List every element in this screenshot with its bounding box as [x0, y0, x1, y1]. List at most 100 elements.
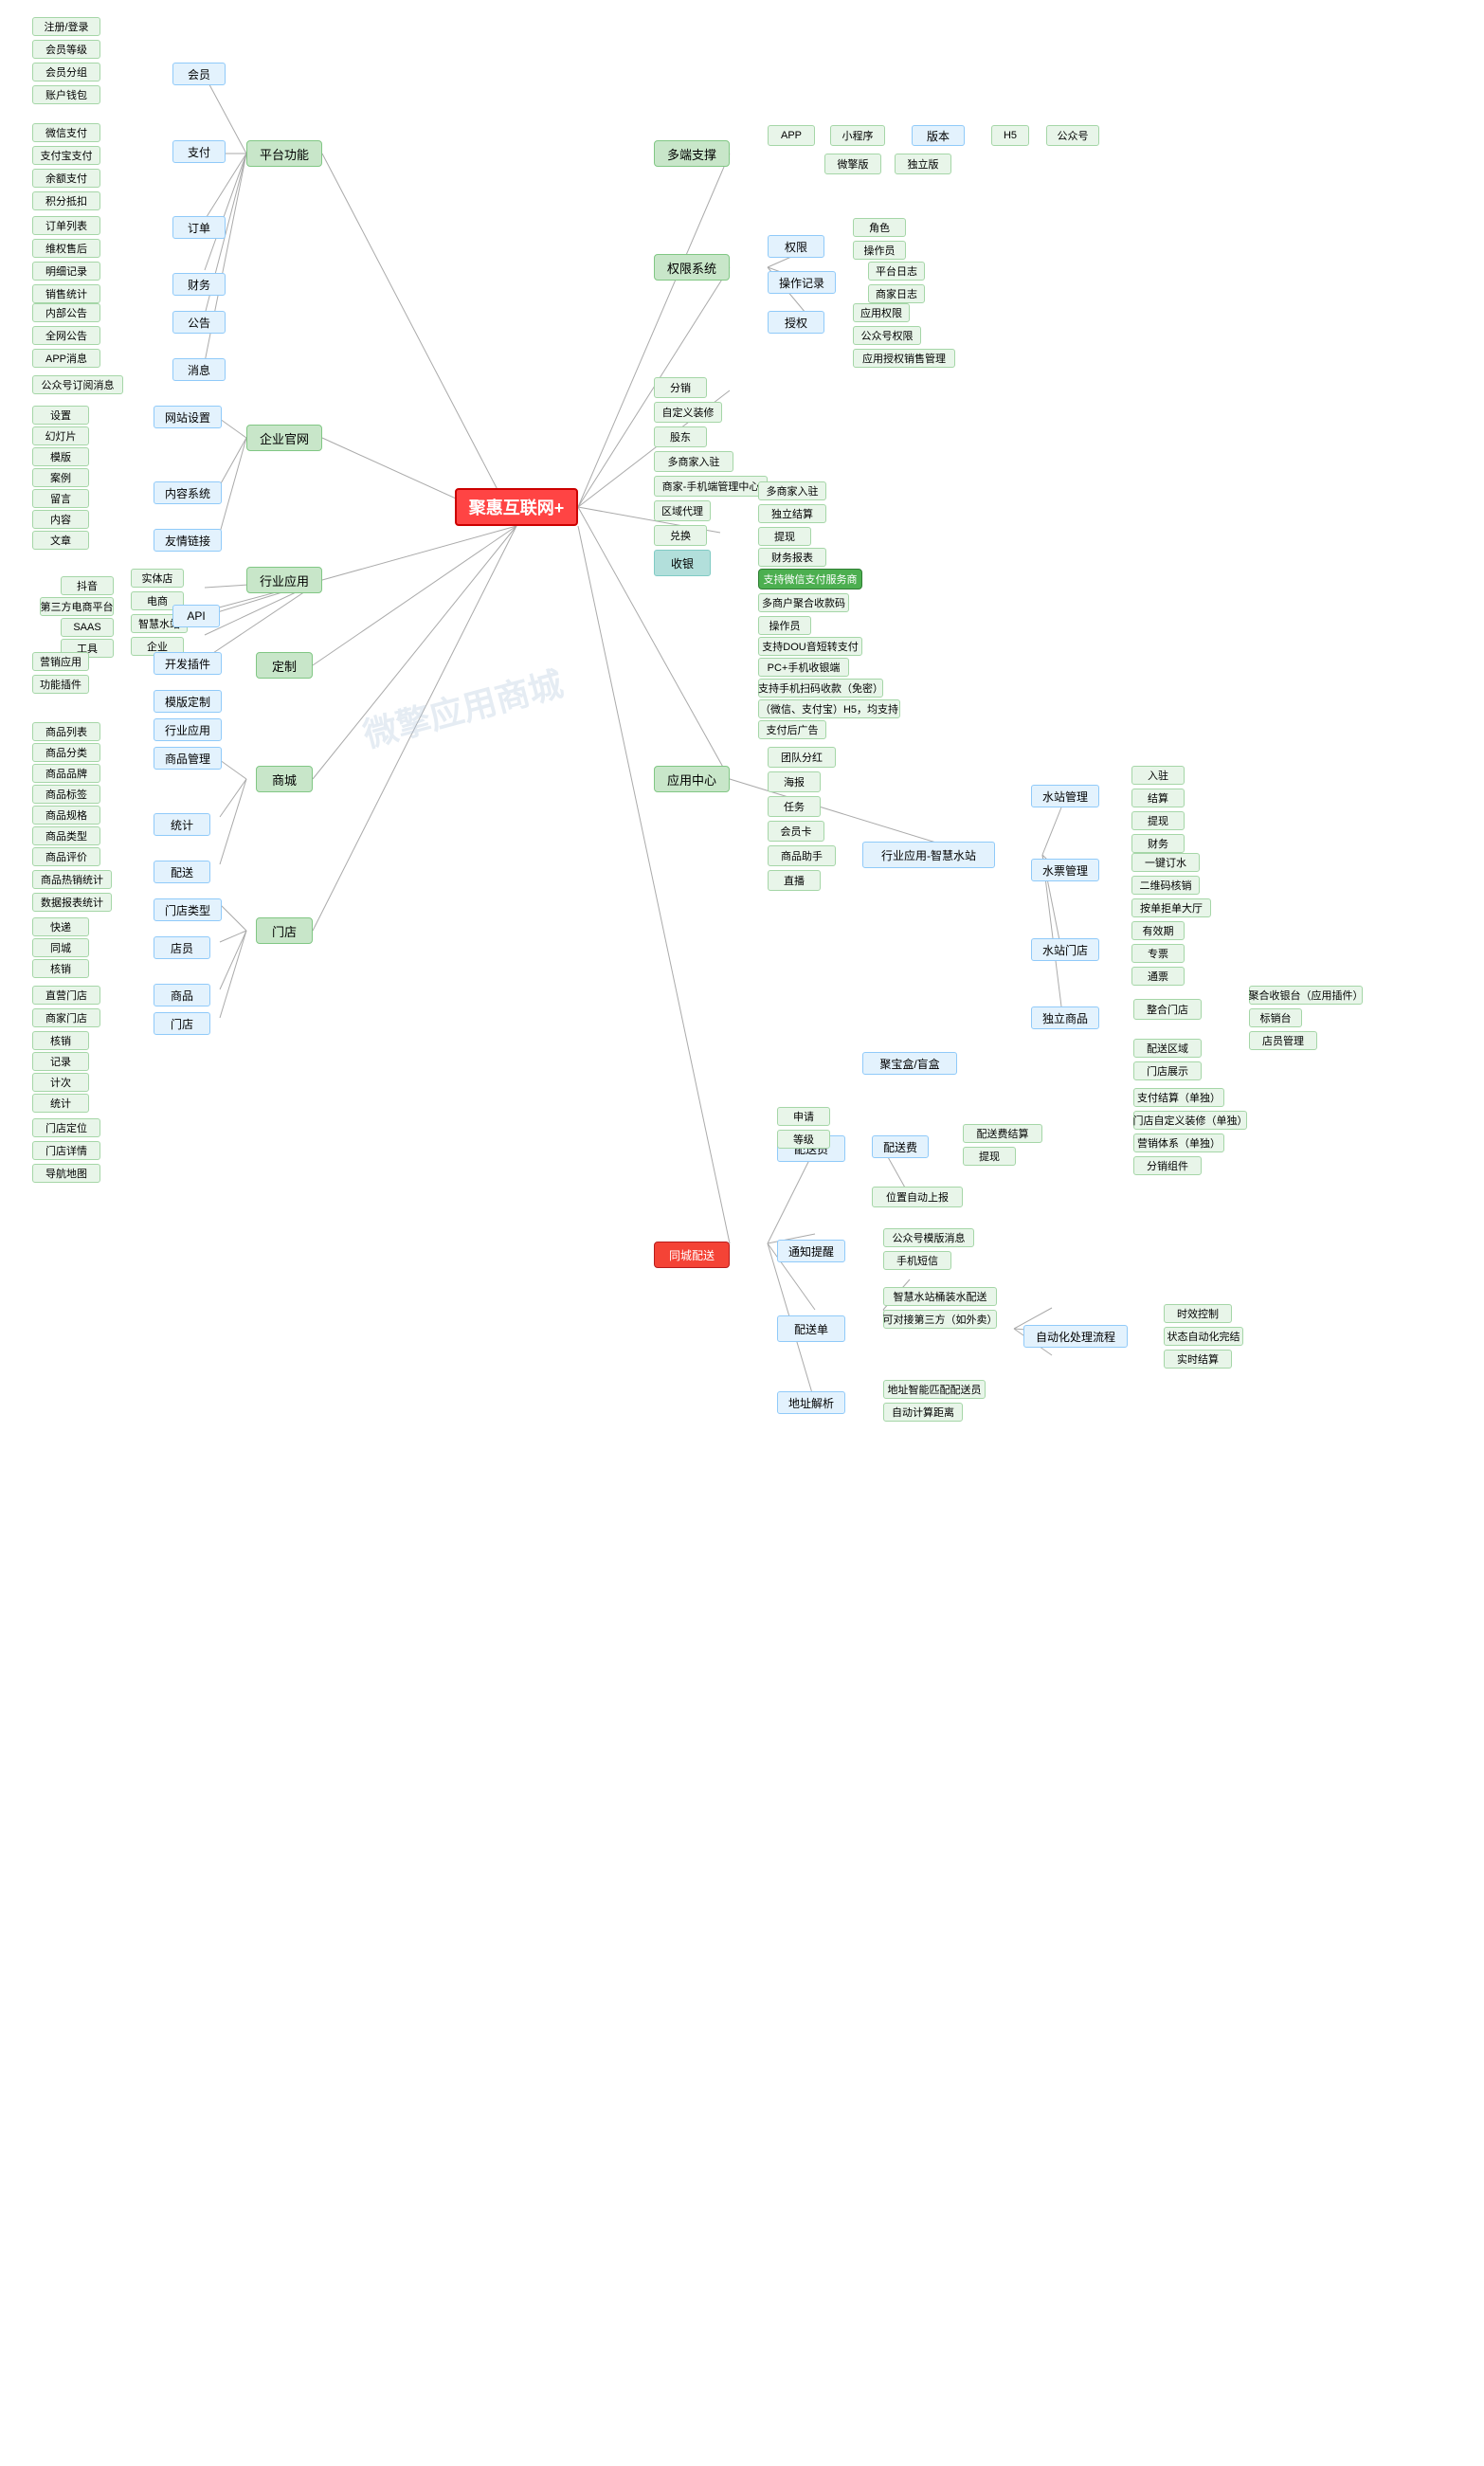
wechat-sub-msg: 公众号订阅消息	[32, 375, 123, 394]
site-settings-node: 网站设置	[154, 406, 222, 428]
finance-node: 财务	[172, 273, 226, 296]
slideshow: 幻灯片	[32, 426, 89, 445]
distribution: 分销	[654, 377, 707, 398]
store-display: 门店展示	[1133, 1061, 1202, 1080]
ws-withdraw: 提现	[1131, 811, 1185, 830]
permission-node: 权限系统	[654, 254, 730, 281]
cashier-standalone-settle: 独立结算	[758, 504, 826, 523]
nav-map: 导航地图	[32, 1164, 100, 1183]
statistics-node: 统计	[154, 813, 210, 836]
content-sys-node: 内容系统	[154, 481, 222, 504]
sms: 手机短信	[883, 1251, 951, 1270]
app-auth-sales: 应用授权销售管理	[853, 349, 955, 368]
member-group: 会员分组	[32, 63, 100, 82]
func-plugin: 功能插件	[32, 675, 89, 694]
member-card: 会员卡	[768, 821, 824, 842]
store-info-node: 门店	[154, 1012, 210, 1035]
water-station-store-node: 水站门店	[1031, 938, 1099, 961]
points-deduct: 积分抵扣	[32, 191, 100, 210]
store-location: 门店定位	[32, 1118, 100, 1137]
cashier-finance-report: 财务报表	[758, 548, 826, 567]
content: 内容	[32, 510, 89, 529]
cashier-h5-support: （微信、支付宝）H5，均支持	[758, 699, 900, 718]
smart-match-delivery: 地址智能匹配配送员	[883, 1380, 986, 1399]
regional-agent: 区域代理	[654, 500, 711, 521]
third-party-ecom: 第三方电商平台	[40, 597, 114, 616]
address-parse-node: 地址解析	[777, 1391, 845, 1414]
third-party-delivery: 可对接第三方（如外卖）	[883, 1310, 997, 1329]
delivery-area: 配送区域	[1133, 1039, 1202, 1058]
goods-spec: 商品规格	[32, 806, 100, 825]
auto-distance: 自动计算距离	[883, 1403, 963, 1422]
staff-verification: 核销	[32, 1031, 89, 1050]
register-login: 注册/登录	[32, 17, 100, 36]
pay-node: 支付	[172, 140, 226, 163]
ws-join: 入驻	[1131, 766, 1185, 785]
distribution-component: 分销组件	[1133, 1156, 1202, 1175]
app-msg: APP消息	[32, 349, 100, 368]
role: 角色	[853, 218, 906, 237]
delivery-fee-node: 配送费	[872, 1135, 929, 1158]
fee-withdraw: 提现	[963, 1147, 1016, 1166]
verification: 核销	[32, 959, 89, 978]
global-notice: 全网公告	[32, 326, 100, 345]
goods-list: 商品列表	[32, 722, 100, 741]
store-type-node: 门店类型	[154, 898, 222, 921]
store-detail: 门店详情	[32, 1141, 100, 1160]
app-node: APP	[768, 125, 815, 146]
wechat-official-node: 公众号	[1046, 125, 1099, 146]
order-list: 订单列表	[32, 216, 100, 235]
express: 快递	[32, 917, 89, 936]
water-ticket-mgmt-node: 水票管理	[1031, 859, 1099, 881]
order-node: 订单	[172, 216, 226, 239]
water-delivery: 智慧水站桶装水配送	[883, 1287, 997, 1306]
goods-assistant: 商品助手	[768, 845, 836, 866]
cashier-multi-merchant: 多商家入驻	[758, 481, 826, 500]
goods-review: 商品评价	[32, 847, 100, 866]
message-node: 消息	[172, 358, 226, 381]
multi-merchant-join: 多商家入驻	[654, 451, 733, 472]
corp-site-node: 企业官网	[246, 425, 322, 451]
weiqin-version: 微擎版	[824, 154, 881, 174]
hot-stats: 商品热销统计	[32, 870, 112, 889]
internal-notice: 内部公告	[32, 303, 100, 322]
merchant-store: 商家门店	[32, 1008, 100, 1027]
alipay: 支付宝支付	[32, 146, 100, 165]
poster: 海报	[768, 771, 821, 792]
cashier-wechat-pay-service: 支持微信支付服务商	[758, 569, 862, 589]
saas: SAAS	[61, 618, 114, 637]
physical-store: 实体店	[131, 569, 184, 588]
water-station-mgmt-node: 水站管理	[1031, 785, 1099, 807]
livestream: 直播	[768, 870, 821, 891]
sales-stats: 销售统计	[32, 284, 100, 303]
cashier-after-pay-ad: 支付后广告	[758, 720, 826, 739]
delivery-node: 配送	[154, 861, 210, 883]
cashier-scan-pay: 支持手机扫码收款（免密）	[758, 679, 883, 698]
store-goods-node: 商品	[154, 984, 210, 1006]
stockholder: 股东	[654, 426, 707, 447]
after-sale: 维权售后	[32, 239, 100, 258]
city-delivery-node: 同城配送	[654, 1242, 730, 1268]
article: 文章	[32, 531, 89, 550]
time-control: 时效控制	[1164, 1304, 1232, 1323]
staff-stats: 统计	[32, 1094, 89, 1113]
version-node: 版本	[912, 125, 965, 146]
goods-category: 商品分类	[32, 743, 100, 762]
location-report-node: 位置自动上报	[872, 1187, 963, 1207]
staff-record: 记录	[32, 1052, 89, 1071]
member-level: 会员等级	[32, 40, 100, 59]
staff-mgmt: 店员管理	[1249, 1031, 1317, 1050]
wechat-template-msg: 公众号模版消息	[883, 1228, 974, 1247]
city-delivery-sub: 同城	[32, 938, 89, 957]
ws-settle: 结算	[1131, 789, 1185, 807]
guestbook: 留言	[32, 489, 89, 508]
mall-node: 商城	[256, 766, 313, 792]
cases: 案例	[32, 468, 89, 487]
douyin: 抖音	[61, 576, 114, 595]
cashier-withdraw: 提现	[758, 527, 811, 546]
level: 等级	[777, 1130, 830, 1149]
special-ticket: 专票	[1131, 944, 1185, 963]
agg-cashier-plugin: 聚合收银台（应用插件）	[1249, 986, 1363, 1005]
merchant-log: 商家日志	[868, 284, 925, 303]
mark-cashier: 标销台	[1249, 1008, 1302, 1027]
